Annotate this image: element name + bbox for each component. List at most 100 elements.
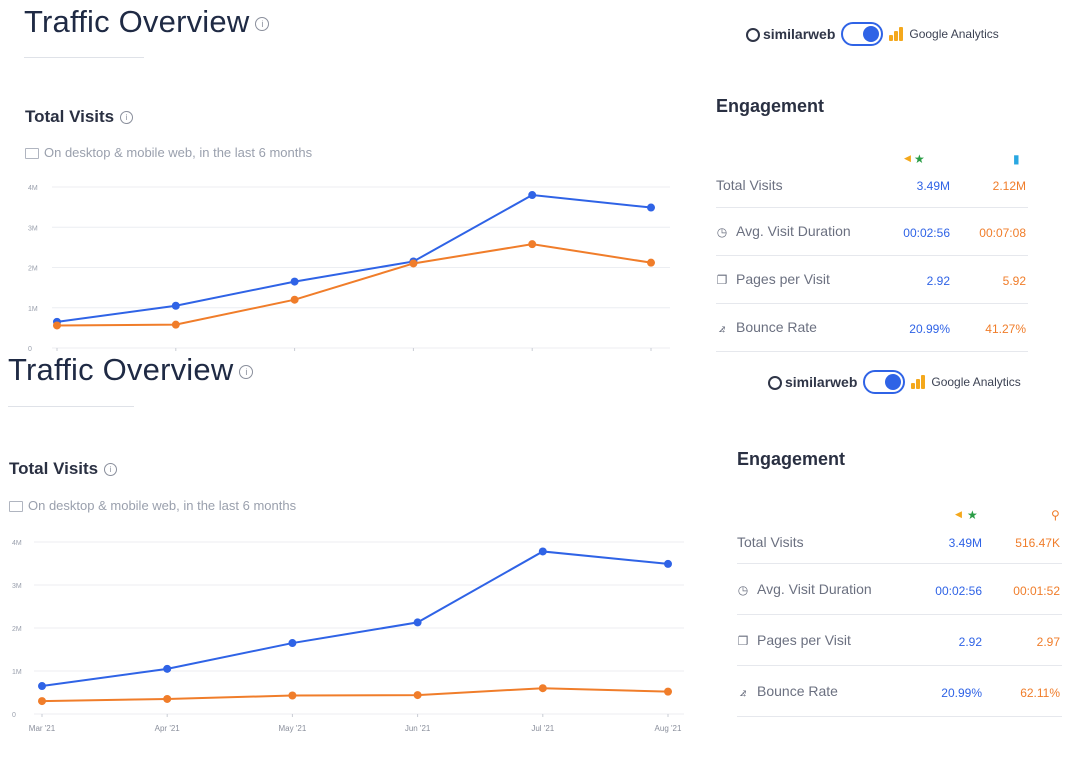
row-label: Bounce Rate [736,319,817,335]
data-point [290,295,299,304]
engagement-row-avg-visit-duration: ◷ Avg. Visit Duration 00:02:56 00:01:52 [737,564,1062,615]
similarweb-logo: similarweb [746,25,836,43]
engagement-row-pages-per-visit: ❐ Pages per Visit 2.92 2.97 [737,615,1062,666]
google-analytics-icon [911,375,926,389]
total-visits-chart: 0 1M 2M 3M 4M Mar '21 Apr '21 May '21 Jun '21 Jul… [12,540,684,733]
data-point [538,684,547,693]
google-analytics-label: Google Analytics [909,27,999,41]
data-point [647,203,655,212]
series-line-1 [41,687,669,703]
page-title-text: Traffic Overview [24,4,250,39]
competitor-value: 2.97 [1036,635,1060,649]
pages-icon: ❐ [737,634,749,648]
competitor-value: 516.47K [1015,536,1060,550]
bounce-icon: ⦨ [739,685,747,699]
data-point [413,618,422,627]
engagement-row-pages-per-visit: ❐ Pages per Visit 2.92 5.92 [716,256,1028,304]
toggle-knob [885,374,902,390]
data-point [664,559,672,568]
similarweb-label: similarweb [763,25,836,42]
page-title: Traffic Overview i [24,4,270,40]
data-point [409,259,418,268]
y-tick-label: 2M [28,266,38,273]
engagement-table: ★ ◀ ▮ Total Visits 3.49M 2.12M ◷ Avg. Vis… [716,148,1028,352]
data-point [163,694,172,703]
data-point [163,664,172,673]
total-visits-title: Total Visits i [25,107,134,127]
title-divider [8,406,134,407]
x-tick-label: Apr '21 [155,724,181,733]
engagement-title: Engagement [716,96,825,116]
google-analytics-label: Google Analytics [931,375,1021,389]
data-point [290,277,299,286]
data-source-toggle-group: similarweb Google Analytics [768,370,1021,394]
site-value: 2.92 [958,635,982,649]
info-icon[interactable]: i [120,111,134,125]
row-label: Total Visits [716,177,783,193]
toggle-knob [863,26,880,42]
competitor-value: 62.11% [1020,686,1060,700]
competitor-value: 41.27% [985,322,1026,336]
y-tick-label: 3M [28,225,38,232]
engagement-title: Engagement [737,449,846,469]
competitor-value: 00:07:08 [979,226,1026,240]
engagement-row-total-visits: Total Visits 3.49M 2.12M [716,162,1028,208]
data-point [528,240,537,249]
series-line-1 [56,243,652,327]
engagement-table: ★ ◀ ⚲ Total Visits 3.49M 516.47K ◷ Avg. V… [737,506,1062,718]
data-point [171,301,180,310]
engagement-row-bounce-rate: ⦨ Bounce Rate 20.99% 41.27% [716,304,1028,352]
devices-icon [9,501,23,513]
total-visits-chart: 01M2M3M4M [28,185,670,352]
engagement-row-total-visits: Total Visits 3.49M 516.47K [737,518,1062,564]
similarweb-logo: similarweb [768,373,858,391]
data-point [38,697,46,706]
total-visits-title: Total Visits i [9,459,118,479]
info-icon[interactable]: i [104,463,118,477]
y-tick-label: 0 [12,712,16,719]
row-label: Pages per Visit [757,632,851,648]
y-tick-label: 2M [12,626,22,633]
total-visits-title-text: Total Visits [9,459,99,478]
site-value: 3.49M [948,536,982,550]
data-point [538,547,547,556]
x-tick-label: Jun '21 [405,724,431,733]
series-line-0 [56,194,652,323]
data-point [647,258,655,267]
row-label: Avg. Visit Duration [736,223,851,239]
clock-icon: ◷ [737,583,749,597]
engagement-row-bounce-rate: ⦨ Bounce Rate 20.99% 62.11% [737,666,1062,717]
data-point [664,687,672,696]
competitor-value: 2.12M [992,179,1026,193]
page-title-text: Traffic Overview [8,352,234,387]
clock-icon: ◷ [716,225,728,239]
y-tick-label: 4M [28,185,38,192]
subtitle-text: On desktop & mobile web, in the last 6 m… [28,498,297,513]
traffic-overview-panel-bottom: Traffic Overview i similarweb Google Anal… [0,350,1068,759]
site-value: 2.92 [926,274,950,288]
total-visits-title-text: Total Visits [25,107,115,126]
pages-icon: ❐ [716,273,728,287]
data-point [38,682,46,691]
competitor-value: 5.92 [1002,274,1026,288]
info-icon[interactable]: i [239,364,254,379]
x-tick-label: Aug '21 [655,724,682,733]
row-label: Total Visits [737,534,804,550]
data-point [413,691,422,700]
competitor-value: 00:01:52 [1013,584,1060,598]
engagement-row-avg-visit-duration: ◷ Avg. Visit Duration 00:02:56 00:07:08 [716,208,1028,256]
site-value: 00:02:56 [903,226,950,240]
info-icon[interactable]: i [255,16,270,31]
y-tick-label: 1M [12,669,22,676]
data-point [171,320,180,329]
google-analytics-icon [889,27,904,41]
data-source-toggle[interactable] [841,22,884,46]
similarweb-label: similarweb [785,373,858,390]
y-tick-label: 3M [12,583,22,590]
site-value: 3.49M [916,179,950,193]
page-title: Traffic Overview i [8,352,254,388]
data-point [53,321,61,330]
data-source-toggle[interactable] [863,370,906,394]
total-visits-subtitle: On desktop & mobile web, in the last 6 m… [9,498,296,513]
data-point [288,639,297,648]
